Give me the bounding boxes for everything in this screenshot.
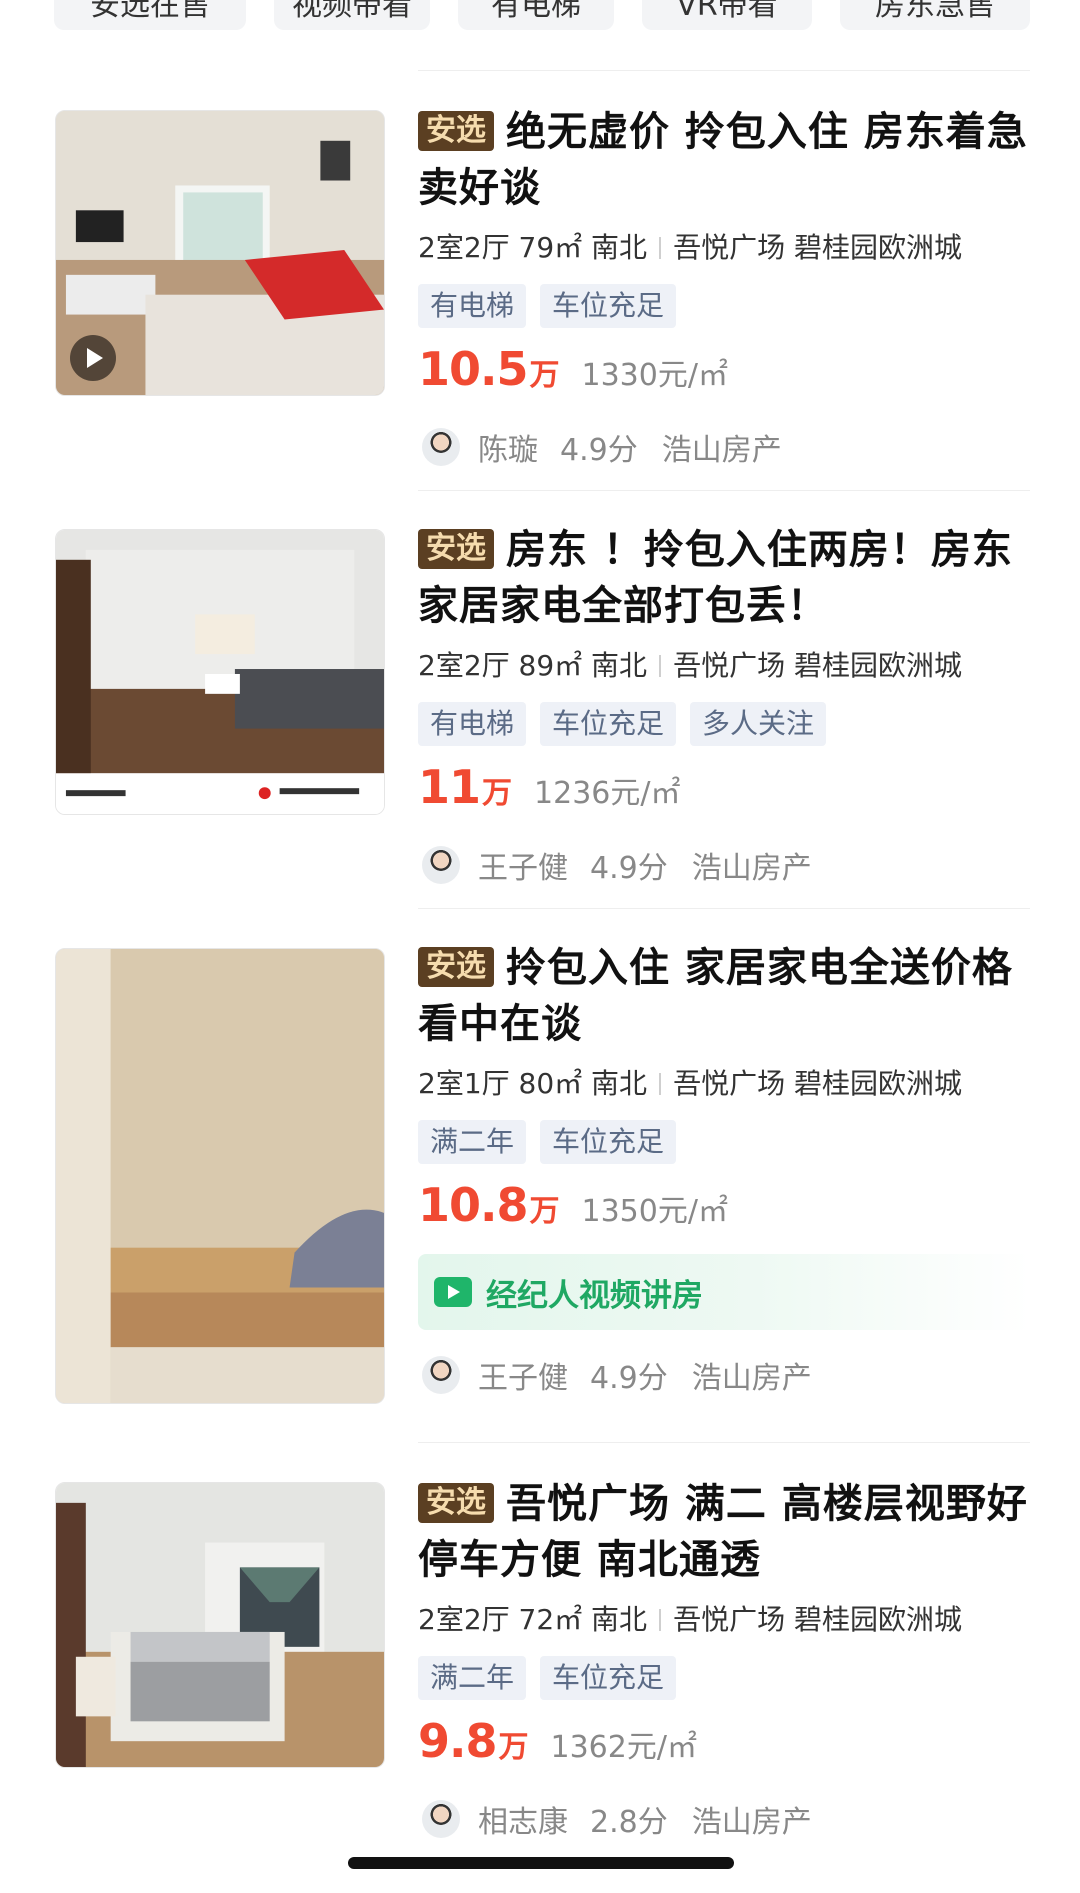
- agency-name: 浩山房产: [691, 1361, 812, 1396]
- filter-bar: 安选在售 视频带看 有电梯 VR带看 房东急售: [54, 0, 1034, 30]
- agent-score: 2.8分: [590, 1805, 668, 1840]
- unit-price: 1236元/㎡: [534, 776, 681, 811]
- separator: [659, 655, 662, 677]
- unit-price: 1362元/㎡: [550, 1730, 697, 1765]
- price-unit: 万: [498, 1730, 529, 1765]
- divider: [418, 490, 1030, 491]
- video-banner-label: 经纪人视频讲房: [486, 1277, 703, 1314]
- agency-name: 浩山房产: [661, 433, 782, 468]
- tag-list: 满二年 车位充足: [418, 1120, 1030, 1164]
- layout-text: 2室1厅 80㎡ 南北: [418, 1067, 648, 1100]
- agent-name: 王子健: [478, 851, 568, 886]
- community-text: 吾悦广场 碧桂园欧洲城: [673, 231, 962, 264]
- listing-photo[interactable]: [55, 948, 385, 1404]
- separator: [659, 237, 662, 259]
- total-price: 10.5: [418, 342, 528, 396]
- divider: [418, 1442, 1030, 1443]
- agent-name: 相志康: [478, 1805, 568, 1840]
- filter-chip[interactable]: 房东急售: [840, 0, 1030, 30]
- bedroom-photo: [56, 1483, 384, 1767]
- listing-photo[interactable]: [55, 110, 385, 396]
- feature-tag: 满二年: [418, 1656, 527, 1700]
- separator: [659, 1609, 662, 1631]
- listing-title: 吾悦广场 满二 高楼层视野好 停车方便 南北通透: [418, 1481, 1028, 1583]
- price-unit: 万: [482, 776, 513, 811]
- listing-meta: 2室2厅 72㎡ 南北 吾悦广场 碧桂园欧洲城: [418, 1600, 1030, 1640]
- filter-chip[interactable]: VR带看: [642, 0, 812, 30]
- price-row: 9.8 万 1362元/㎡: [418, 1714, 1030, 1774]
- layout-text: 2室2厅 79㎡ 南北: [418, 231, 648, 264]
- agent-row[interactable]: 王子健 4.9分 浩山房产: [418, 1350, 1030, 1400]
- agent-score: 4.9分: [590, 1361, 668, 1396]
- price-unit: 万: [529, 358, 560, 393]
- anxuan-badge: 安选: [418, 947, 494, 987]
- anxuan-badge: 安选: [418, 1483, 494, 1523]
- price-row: 10.5 万 1330元/㎡: [418, 342, 1030, 402]
- separator: [659, 1073, 662, 1095]
- agent-video-banner[interactable]: 经纪人视频讲房: [418, 1254, 1030, 1330]
- price-unit: 万: [529, 1194, 560, 1229]
- listing-title: 拎包入住 家居家电全送价格看中在谈: [418, 945, 1013, 1047]
- price-row: 10.8 万 1350元/㎡: [418, 1178, 1030, 1238]
- community-text: 吾悦广场 碧桂园欧洲城: [673, 1603, 962, 1636]
- price-row: 11 万 1236元/㎡: [418, 760, 1030, 820]
- home-indicator[interactable]: [348, 1857, 734, 1869]
- tag-list: 有电梯 车位充足 多人关注: [418, 702, 1030, 746]
- play-icon[interactable]: [70, 335, 116, 381]
- unit-price: 1350元/㎡: [581, 1194, 728, 1229]
- feature-tag: 车位充足: [540, 1120, 677, 1164]
- community-text: 吾悦广场 碧桂园欧洲城: [673, 1067, 962, 1100]
- filter-chip[interactable]: 有电梯: [458, 0, 614, 30]
- listing-meta: 2室2厅 79㎡ 南北 吾悦广场 碧桂园欧洲城: [418, 228, 1030, 268]
- total-price: 10.8: [418, 1178, 528, 1232]
- listing-meta: 2室2厅 89㎡ 南北 吾悦广场 碧桂园欧洲城: [418, 646, 1030, 686]
- feature-tag: 车位充足: [540, 1656, 677, 1700]
- agency-name: 浩山房产: [691, 1805, 812, 1840]
- agent-score: 4.9分: [560, 433, 638, 468]
- unit-price: 1330元/㎡: [581, 358, 728, 393]
- agent-row[interactable]: 陈璇 4.9分 浩山房产: [418, 422, 1030, 472]
- avatar: [422, 1356, 460, 1394]
- filter-chip[interactable]: 视频带看: [274, 0, 430, 30]
- community-text: 吾悦广场 碧桂园欧洲城: [673, 649, 962, 682]
- divider: [418, 70, 1030, 71]
- feature-tag: 有电梯: [418, 702, 527, 746]
- anxuan-badge: 安选: [418, 529, 494, 569]
- agent-name: 王子健: [478, 1361, 568, 1396]
- layout-text: 2室2厅 89㎡ 南北: [418, 649, 648, 682]
- avatar: [422, 846, 460, 884]
- feature-tag: 满二年: [418, 1120, 527, 1164]
- anxuan-badge: 安选: [418, 111, 494, 151]
- tag-list: 满二年 车位充足: [418, 1656, 1030, 1700]
- total-price: 9.8: [418, 1714, 497, 1768]
- feature-tag: 车位充足: [540, 702, 677, 746]
- listing-meta: 2室1厅 80㎡ 南北 吾悦广场 碧桂园欧洲城: [418, 1064, 1030, 1104]
- listing-title: 绝无虚价 拎包入住 房东着急卖好谈: [418, 109, 1028, 211]
- agent-score: 4.9分: [590, 851, 668, 886]
- listing-photo[interactable]: [55, 1482, 385, 1768]
- layout-text: 2室2厅 72㎡ 南北: [418, 1603, 648, 1636]
- bedroom-photo: [56, 949, 384, 1403]
- total-price: 11: [418, 760, 481, 814]
- living-room-photo: [56, 530, 384, 814]
- listing-photo[interactable]: [55, 529, 385, 815]
- feature-tag: 有电梯: [418, 284, 527, 328]
- feature-tag: 多人关注: [690, 702, 827, 746]
- divider: [418, 908, 1030, 909]
- agent-row[interactable]: 相志康 2.8分 浩山房产: [418, 1794, 1030, 1844]
- filter-chip[interactable]: 安选在售: [54, 0, 246, 30]
- avatar: [422, 1800, 460, 1838]
- agent-row[interactable]: 王子健 4.9分 浩山房产: [418, 840, 1030, 890]
- tag-list: 有电梯 车位充足: [418, 284, 1030, 328]
- feature-tag: 车位充足: [540, 284, 677, 328]
- agency-name: 浩山房产: [691, 851, 812, 886]
- avatar: [422, 428, 460, 466]
- listing-title: 房东 ！拎包入住两房！房东家居家电全部打包丢！: [418, 527, 1013, 629]
- agent-name: 陈璇: [478, 433, 538, 468]
- video-camera-icon: [434, 1277, 472, 1307]
